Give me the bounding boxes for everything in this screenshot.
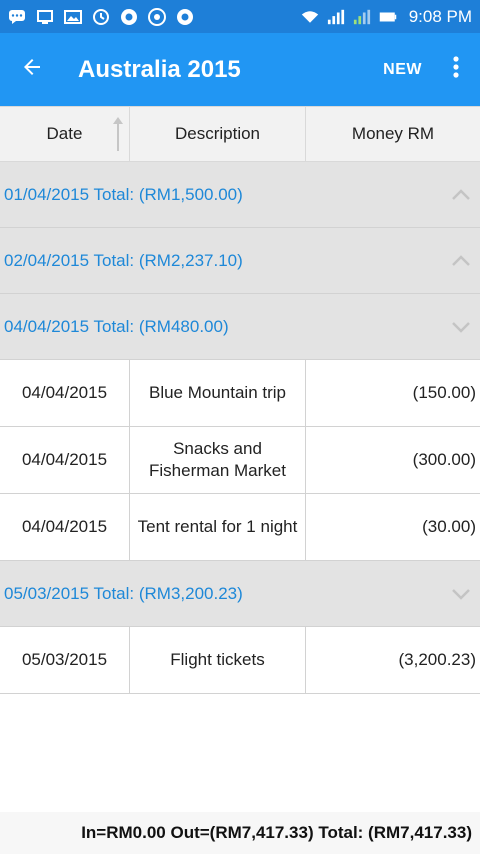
table-row[interactable]: 04/04/2015 Tent rental for 1 night (30.0… [0,494,480,561]
chevron-up-icon [450,184,472,206]
row-description: Snacks and Fisherman Market [130,427,306,493]
more-options-button[interactable] [436,33,476,106]
table-row[interactable]: 04/04/2015 Snacks and Fisherman Market (… [0,427,480,494]
row-description: Blue Mountain trip [130,360,306,426]
column-header-money[interactable]: Money RM [306,107,480,161]
row-description: Flight tickets [130,627,306,693]
status-time: 9:08 PM [408,6,472,26]
column-header-description[interactable]: Description [130,107,306,161]
chevron-down-icon [450,316,472,338]
notification-icons [8,7,194,26]
row-amount: (30.00) [422,517,476,536]
app-bar: Australia 2015 NEW [0,33,480,106]
page-title: Australia 2015 [78,55,241,83]
row-description: Tent rental for 1 night [130,494,306,560]
screen: 9:08 PM Australia 2015 NEW Date Descript… [0,0,480,854]
table-header: Date Description Money RM [0,106,480,162]
date-group-header[interactable]: 02/04/2015 Total: (RM2,237.10) [0,228,480,294]
chat-icon [8,8,26,26]
new-button[interactable]: NEW [369,33,436,106]
summary-text: In=RM0.00 Out=(RM7,417.33) Total: (RM7,4… [81,823,472,842]
chrome-icon [120,8,138,26]
row-date: 04/04/2015 [0,494,130,560]
column-header-date-label: Date [46,124,83,143]
summary-footer: In=RM0.00 Out=(RM7,417.33) Total: (RM7,4… [0,812,480,854]
date-group-header[interactable]: 05/03/2015 Total: (RM3,200.23) [0,561,480,627]
chrome-icon [176,8,194,26]
row-date: 04/04/2015 [0,360,130,426]
row-amount: (300.00) [412,450,476,469]
sync-icon [92,8,110,26]
signal-icon [353,8,371,26]
wifi-icon [301,8,319,26]
signal-icon [327,8,345,26]
column-header-money-label: Money RM [351,124,435,143]
more-vert-icon [452,55,460,84]
transaction-list: 01/04/2015 Total: (RM1,500.00) 02/04/201… [0,162,480,694]
chrome-icon [148,7,166,26]
date-group-label: 04/04/2015 Total: (RM480.00) [4,316,229,336]
date-group-header[interactable]: 04/04/2015 Total: (RM480.00) [0,294,480,360]
sort-ascending-icon [111,115,125,158]
image-icon [64,8,82,26]
date-group-label: 05/03/2015 Total: (RM3,200.23) [4,583,243,603]
chevron-down-icon [450,583,472,605]
column-header-date[interactable]: Date [0,107,130,161]
row-date: 05/03/2015 [0,627,130,693]
status-bar: 9:08 PM [0,0,480,33]
cast-icon [36,8,54,26]
chevron-up-icon [450,250,472,272]
date-group-label: 02/04/2015 Total: (RM2,237.10) [4,250,243,270]
column-header-description-label: Description [174,124,261,143]
row-amount: (150.00) [412,383,476,402]
table-row[interactable]: 05/03/2015 Flight tickets (3,200.23) [0,627,480,694]
back-arrow-icon [20,55,44,84]
row-amount: (3,200.23) [398,650,477,669]
back-button[interactable] [0,33,64,106]
system-icons: 9:08 PM [301,7,472,27]
date-group-label: 01/04/2015 Total: (RM1,500.00) [4,184,243,204]
date-group-header[interactable]: 01/04/2015 Total: (RM1,500.00) [0,162,480,228]
table-row[interactable]: 04/04/2015 Blue Mountain trip (150.00) [0,360,480,427]
row-date: 04/04/2015 [0,427,130,493]
battery-icon [379,8,397,26]
